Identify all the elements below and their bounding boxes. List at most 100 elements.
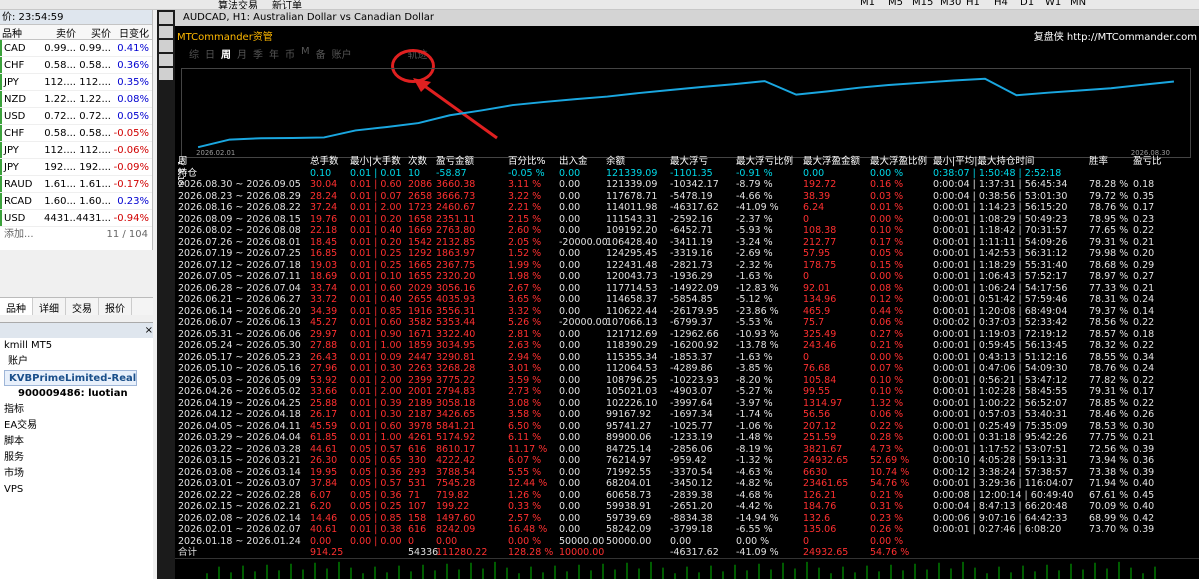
- report-row: 2026.07.12 ~ 2026.07.18 19.03 0.01 | 0.25 1…: [178, 260, 1196, 272]
- report-cell: -14922.09: [670, 282, 719, 294]
- toolbar-item[interactable]: M1: [860, 0, 875, 8]
- report-tab[interactable]: 年: [269, 46, 279, 62]
- toolbar-item[interactable]: 新订单: [272, 0, 302, 9]
- header-symbol[interactable]: 品种: [0, 25, 44, 39]
- mtcommander-link[interactable]: 复盘侠 http://MTCommander.com: [1034, 28, 1197, 43]
- report-tab[interactable]: 备: [316, 46, 326, 62]
- report-cell: 1292: [408, 248, 433, 259]
- tab-symbols[interactable]: 品种: [0, 298, 33, 315]
- tab-ticks[interactable]: 报价: [99, 298, 132, 315]
- report-cell: 76.68: [803, 363, 831, 374]
- report-cell: 92.01: [803, 282, 831, 294]
- nav-vps[interactable]: VPS: [0, 482, 153, 498]
- tab-details[interactable]: 详细: [33, 298, 66, 315]
- report-cell: 40.61: [310, 524, 338, 535]
- report-cell: -2839.38: [670, 489, 713, 501]
- symbol-row[interactable]: RCAD 1.60... 1.60... 0.23%: [0, 193, 152, 210]
- report-cell: 0.01 | 0.38: [350, 524, 402, 535]
- nav-accounts[interactable]: 账户: [0, 354, 153, 370]
- report-tab[interactable]: 账户: [332, 46, 352, 62]
- report-cell: 0:00:01 | 1:06:24 | 54:17:56: [933, 282, 1068, 294]
- report-tab[interactable]: M: [301, 46, 310, 62]
- report-tab[interactable]: 综: [189, 46, 199, 62]
- header-change[interactable]: 日变化: [111, 25, 151, 39]
- toolbar-button[interactable]: [159, 40, 173, 52]
- nav-scripts[interactable]: 脚本: [0, 434, 153, 450]
- toolbar-item[interactable]: M30: [940, 0, 961, 8]
- report-cell: 37.24: [310, 202, 338, 213]
- toolbar-item[interactable]: MN: [1070, 0, 1086, 8]
- symbol-row[interactable]: JPY 112.... 112.... 0.35%: [0, 74, 152, 91]
- report-cell: 2189: [408, 397, 433, 409]
- toolbar-item[interactable]: H4: [994, 0, 1008, 8]
- toolbar-item[interactable]: D1: [1020, 0, 1034, 8]
- nav-platform[interactable]: kmill MT5: [0, 338, 153, 354]
- nav-broker-server[interactable]: KVBPrimeLimited-Real: [4, 370, 137, 386]
- toolbar-button[interactable]: [159, 54, 173, 66]
- toolbar-item[interactable]: 算法交易: [218, 0, 258, 9]
- toolbar-item[interactable]: M5: [888, 0, 903, 8]
- report-cell: 33.72: [310, 294, 338, 305]
- report-cell: 0.01 | 0.20: [350, 236, 402, 248]
- report-cell: 0.31 %: [870, 501, 904, 512]
- symbol-row[interactable]: JPY 192.... 192.... -0.09%: [0, 159, 152, 176]
- report-cell: 128.28 %: [508, 547, 554, 558]
- report-cell: 199.22: [436, 501, 470, 512]
- nav-market[interactable]: 市场: [0, 466, 153, 482]
- report-cell: 1655: [408, 271, 433, 282]
- toolbar-item[interactable]: W1: [1045, 0, 1061, 8]
- report-cell: 0.30: [1133, 420, 1155, 432]
- report-tab[interactable]: 币: [285, 46, 295, 62]
- symbol-row[interactable]: JPY 112.... 112.... -0.06%: [0, 142, 152, 159]
- report-cell: 2763.80: [436, 225, 476, 236]
- header-ask[interactable]: 买价: [76, 25, 111, 39]
- report-cell: 5353.44: [436, 317, 476, 328]
- report-cell: 78.31 %: [1089, 294, 1129, 305]
- nav-services[interactable]: 服务: [0, 450, 153, 466]
- toolbar-item[interactable]: H1: [966, 0, 980, 8]
- report-cell: 67.61 %: [1089, 489, 1129, 501]
- report-cell: 1542: [408, 236, 433, 248]
- report-cell: 0.22: [1133, 317, 1155, 328]
- report-cell: 56.56: [803, 409, 831, 420]
- report-cell: 57.95: [803, 248, 831, 259]
- report-tab[interactable]: 月: [237, 46, 247, 62]
- symbol-row[interactable]: CAD 0.99... 0.99... 0.41%: [0, 40, 152, 57]
- toolbar-button[interactable]: [159, 26, 173, 38]
- nav-expert-advisors[interactable]: EA交易: [0, 418, 153, 434]
- symbol-row[interactable]: USD 0.72... 0.72... 0.05%: [0, 108, 152, 125]
- header-bid[interactable]: 卖价: [44, 25, 76, 39]
- symbol-row[interactable]: NZD 1.22... 1.22... 0.08%: [0, 91, 152, 108]
- report-tab[interactable]: 周: [221, 46, 231, 62]
- report-cell: 118390.29: [606, 340, 658, 351]
- toolbar-button[interactable]: [159, 12, 173, 24]
- toolbar-button[interactable]: [159, 68, 173, 80]
- report-cell: 1497.60: [436, 512, 476, 524]
- report-cell: -6452.71: [670, 225, 713, 236]
- symbol-count: 11 / 104: [106, 229, 148, 240]
- report-cell: -26179.95: [670, 305, 719, 317]
- close-icon[interactable]: ×: [145, 323, 153, 338]
- report-tab[interactable]: 季: [253, 46, 263, 62]
- symbol-row[interactable]: USD4431....4431....-0.94%: [0, 210, 152, 227]
- nav-account-login[interactable]: 900009486: luotian: [0, 386, 153, 402]
- toolbar-item[interactable]: M15: [912, 0, 933, 8]
- report-cell: 0.01 | 0.60: [350, 420, 402, 432]
- report-cell: 2026.04.19 ~ 2026.04.25: [178, 397, 301, 409]
- report-cell: 77.33 %: [1089, 282, 1129, 294]
- report-cell: 胜率: [1089, 156, 1109, 167]
- report-cell: 0.01 | 2.00: [350, 386, 402, 397]
- nav-indicators[interactable]: 指标: [0, 402, 153, 418]
- symbol-row[interactable]: CHF 0.58... 0.58... -0.05%: [0, 125, 152, 142]
- report-cell: 0: [408, 535, 415, 547]
- report-cell: 89900.06: [606, 432, 652, 443]
- tab-trading[interactable]: 交易: [66, 298, 99, 315]
- report-cell: 0.05 | 0.57: [350, 478, 402, 489]
- report-cell: -1.48 %: [736, 432, 773, 443]
- report-tab[interactable]: 日: [205, 46, 215, 62]
- report-cell: -20000.00: [559, 236, 608, 248]
- symbol-row[interactable]: CHF 0.58... 0.58... 0.36%: [0, 57, 152, 74]
- symbol-row[interactable]: RAUD 1.61... 1.61... -0.17%: [0, 176, 152, 193]
- add-symbol-link[interactable]: 添加...: [4, 227, 34, 243]
- report-cell: 0.00 %: [870, 271, 904, 282]
